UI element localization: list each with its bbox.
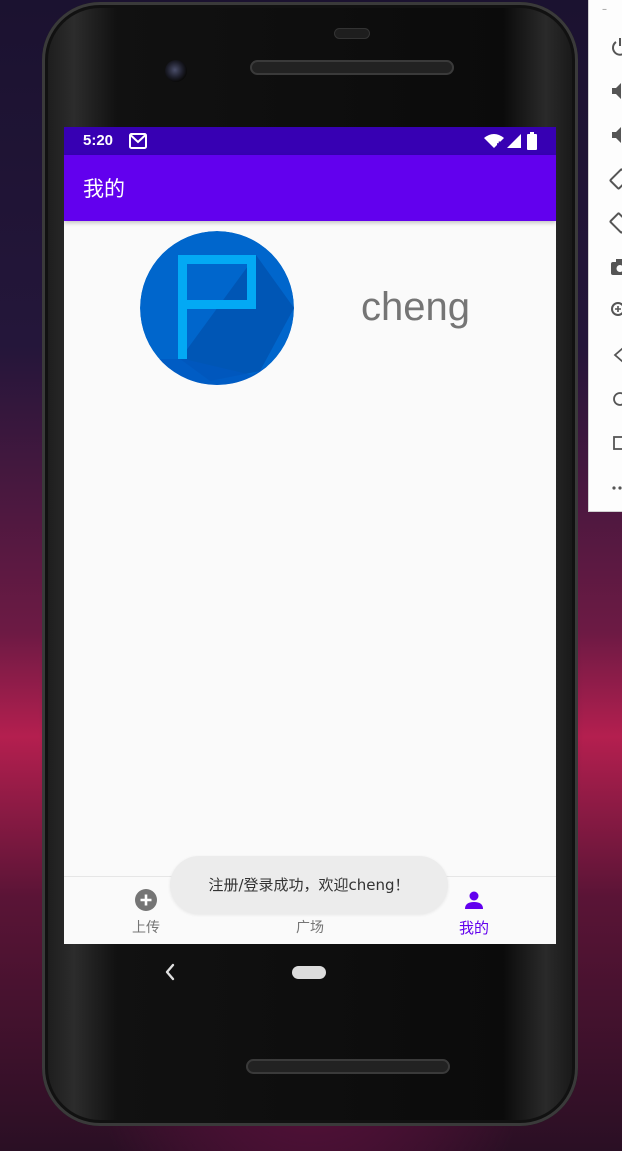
more-icon[interactable] xyxy=(609,476,622,498)
app-bar: 我的 xyxy=(64,155,556,221)
rotate-right-icon[interactable] xyxy=(609,212,622,234)
emulator-toolbar: – xyxy=(588,0,622,512)
battery-icon xyxy=(527,132,537,150)
person-icon xyxy=(465,891,483,909)
zoom-icon[interactable] xyxy=(609,300,622,322)
minimize-icon[interactable]: – xyxy=(602,4,607,15)
avatar[interactable] xyxy=(140,231,294,385)
nav-back-icon[interactable] xyxy=(162,962,178,982)
nav-label-mine: 我的 xyxy=(458,919,489,937)
add-circle-icon xyxy=(135,889,157,911)
home-icon[interactable] xyxy=(609,388,622,410)
front-camera-icon xyxy=(165,60,187,82)
page-title: 我的 xyxy=(83,177,125,201)
nav-home-pill[interactable] xyxy=(292,966,326,979)
profile-flag-icon xyxy=(140,231,294,385)
status-time: 5:20 xyxy=(83,132,114,149)
back-icon[interactable] xyxy=(609,344,622,366)
bottom-speaker xyxy=(246,1059,450,1074)
username-label: cheng xyxy=(361,285,470,329)
volume-down-icon[interactable] xyxy=(609,124,622,146)
camera-icon[interactable] xyxy=(609,256,622,278)
nav-label-upload: 上传 xyxy=(132,920,160,936)
gmail-notification-icon xyxy=(129,133,147,149)
status-bar: 5:20 xyxy=(64,127,556,155)
rotate-left-icon[interactable] xyxy=(609,168,622,190)
nav-label-square: 广场 xyxy=(296,920,324,936)
wifi-icon xyxy=(484,134,504,148)
app-screen: 5:20 我的 cheng 上传 广场 我的 注册/登录成功，欢迎cheng！ xyxy=(64,127,556,944)
volume-up-icon[interactable] xyxy=(609,80,622,102)
power-icon[interactable] xyxy=(609,36,622,58)
overview-icon[interactable] xyxy=(609,432,622,454)
cell-signal-icon xyxy=(507,134,521,148)
top-speaker xyxy=(250,60,454,75)
earpiece xyxy=(334,28,370,39)
toast-message: 注册/登录成功，欢迎cheng！ xyxy=(170,856,448,914)
